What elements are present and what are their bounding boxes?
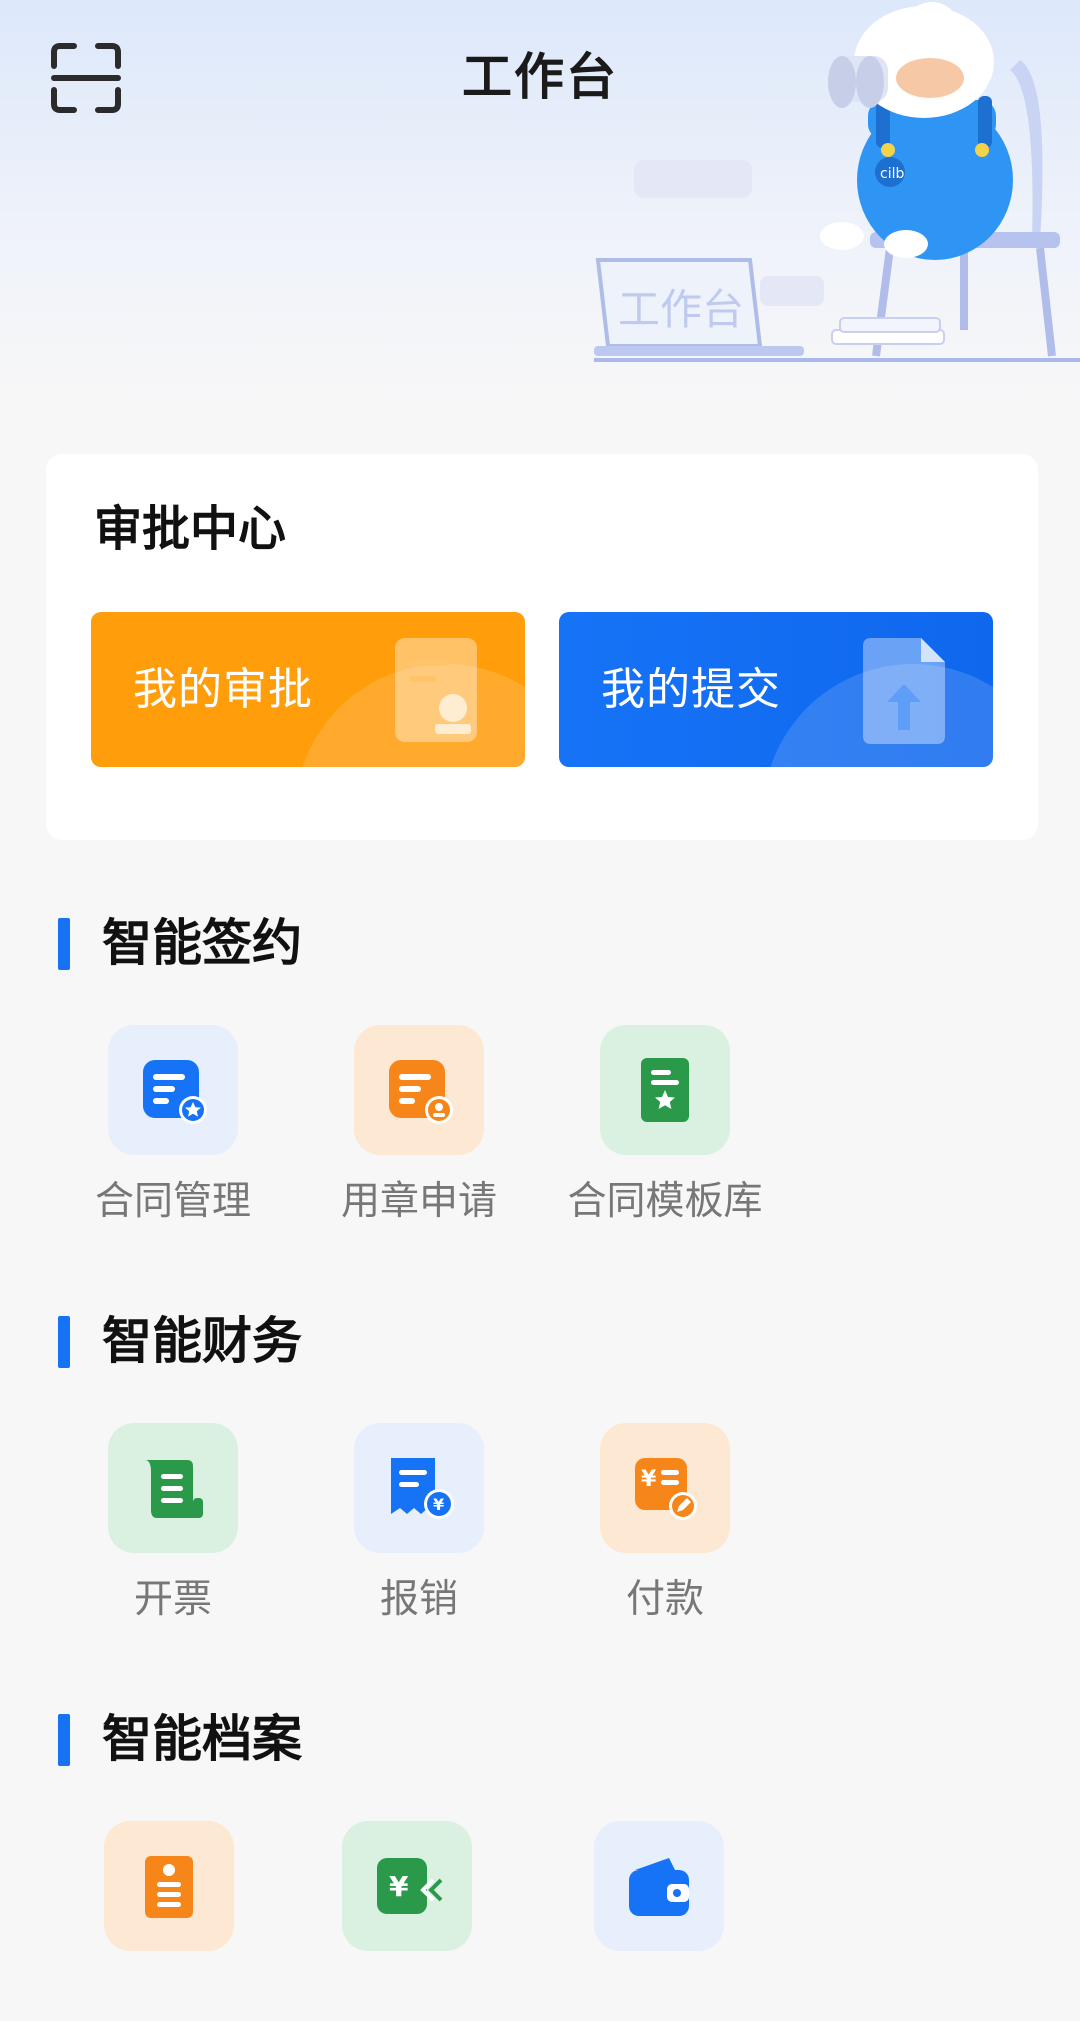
certificate-stamp-icon: [395, 638, 477, 742]
header-banner: 工作台 cilb 工作台: [0, 0, 1080, 400]
tile-invoice[interactable]: 开票: [42, 1423, 282, 1623]
my-approvals-label: 我的审批: [133, 664, 313, 715]
svg-text:¥: ¥: [433, 1495, 444, 1514]
approval-center-title: 审批中心: [94, 501, 287, 557]
section-title-archives: 智能档案: [102, 1710, 302, 1768]
tile-payment[interactable]: ¥ 付款: [534, 1423, 774, 1623]
tile-reimbursement[interactable]: ¥ 报销: [288, 1423, 528, 1623]
tile-label: 开票: [133, 1577, 212, 1622]
page-title: 工作台: [462, 48, 618, 106]
payment-icon: ¥: [600, 1423, 730, 1553]
wallet-icon: [594, 1821, 724, 1951]
my-submissions-label: 我的提交: [601, 664, 781, 715]
tile-contract-management[interactable]: 合同管理: [42, 1025, 282, 1225]
tile-archive-3[interactable]: [528, 1821, 768, 2021]
yuan-transfer-icon: ¥: [342, 1821, 472, 1951]
approval-center-card: 审批中心 我的审批 我的提交: [46, 454, 1038, 840]
tile-archive-1[interactable]: [38, 1821, 278, 2021]
reimbursement-icon: ¥: [354, 1423, 484, 1553]
laptop-screen-text: 工作台: [618, 285, 744, 334]
section-accent-bar: [58, 1714, 70, 1766]
tile-template-library[interactable]: 合同模板库: [534, 1025, 774, 1225]
my-approvals-button[interactable]: 我的审批: [91, 612, 525, 767]
contract-star-icon: [108, 1025, 238, 1155]
tile-label: 用章申请: [340, 1179, 497, 1224]
my-submissions-button[interactable]: 我的提交: [559, 612, 993, 767]
section-title-finance: 智能财务: [102, 1312, 302, 1370]
tile-label: 合同模板库: [567, 1179, 763, 1224]
template-library-icon: [600, 1025, 730, 1155]
document-upload-icon: [863, 638, 945, 744]
section-accent-bar: [58, 1316, 70, 1368]
svg-text:¥: ¥: [641, 1467, 657, 1492]
tile-label: 报销: [379, 1577, 458, 1622]
invoice-scroll-icon: [108, 1423, 238, 1553]
svg-text:¥: ¥: [389, 1870, 409, 1903]
section-title-contracts: 智能签约: [102, 914, 302, 972]
tile-label: 合同管理: [94, 1179, 251, 1224]
section-accent-bar: [58, 918, 70, 970]
svg-text:cilb: cilb: [880, 166, 904, 182]
tile-archive-2[interactable]: ¥: [276, 1821, 516, 2021]
archive-envelope-icon: [104, 1821, 234, 1951]
tile-label: 付款: [625, 1577, 704, 1622]
tile-seal-request[interactable]: 用章申请: [288, 1025, 528, 1225]
seal-request-icon: [354, 1025, 484, 1155]
